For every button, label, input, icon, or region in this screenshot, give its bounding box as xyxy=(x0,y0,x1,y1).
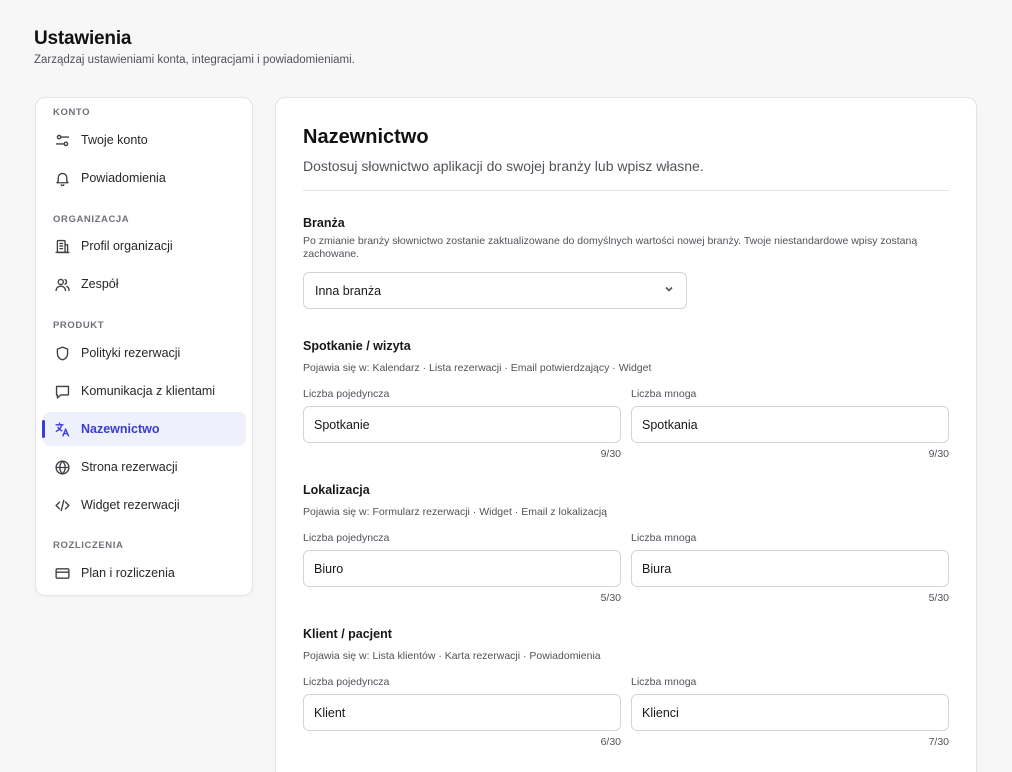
nazewnictwo-panel: Nazewnictwo Dostosuj słownictwo aplikacj… xyxy=(275,97,977,772)
sidebar-item-label: Plan i rozliczenia xyxy=(81,566,175,580)
industry-select[interactable]: Inna branża xyxy=(303,272,687,309)
plural-char-counter: 9/30 xyxy=(928,448,949,460)
sidebar-item-powiadomienia[interactable]: Powiadomienia xyxy=(43,161,246,195)
term-title: Spotkanie / wizyta xyxy=(303,339,411,353)
sidebar-item-label: Polityki rezerwacji xyxy=(81,346,181,360)
bell-icon xyxy=(53,169,71,187)
message-icon xyxy=(53,382,71,400)
term-appears: Pojawia się w: Kalendarz · Lista rezerwa… xyxy=(303,362,652,374)
term-title: Klient / pacjent xyxy=(303,627,392,641)
page-header: Ustawienia Zarządzaj ustawieniami konta,… xyxy=(34,28,355,66)
industry-title: Branża xyxy=(303,216,345,230)
sliders-icon xyxy=(53,131,71,149)
sidebar-item-widget-rezerwacji[interactable]: Widget rezerwacji xyxy=(43,488,246,522)
sidebar-item-label: Powiadomienia xyxy=(81,171,166,185)
singular-input[interactable]: Klient xyxy=(303,694,621,731)
sidebar-item-nazewnictwo[interactable]: Nazewnictwo xyxy=(42,412,246,446)
sidebar-item-plan-i-rozliczenia[interactable]: Plan i rozliczenia xyxy=(43,556,246,590)
sidebar-item-label: Komunikacja z klientami xyxy=(81,384,216,398)
plural-input[interactable]: Spotkania xyxy=(631,406,949,443)
panel-description: Dostosuj słownictwo aplikacji do swojej … xyxy=(303,158,704,174)
term-appears: Pojawia się w: Lista klientów · Karta re… xyxy=(303,650,601,662)
section-label-produkt: PRODUKT xyxy=(53,320,105,331)
singular-char-counter: 9/30 xyxy=(600,448,621,460)
credit-card-icon xyxy=(53,564,71,582)
building-icon xyxy=(53,237,71,255)
plural-char-counter: 7/30 xyxy=(928,736,949,748)
term-title: Lokalizacja xyxy=(303,483,370,497)
page-title: Ustawienia xyxy=(34,28,132,49)
globe-icon xyxy=(53,458,71,476)
translate-icon xyxy=(53,420,71,438)
sidebar-item-zespol[interactable]: Zespół xyxy=(43,267,246,301)
plural-char-counter: 5/30 xyxy=(928,592,949,604)
sidebar-item-polityki-rezerwacji[interactable]: Polityki rezerwacji xyxy=(43,336,246,370)
plural-input[interactable]: Biura xyxy=(631,550,949,587)
divider xyxy=(303,190,949,191)
users-icon xyxy=(53,275,71,293)
singular-label: Liczba pojedyncza xyxy=(303,388,390,400)
singular-label: Liczba pojedyncza xyxy=(303,532,390,544)
singular-input[interactable]: Spotkanie xyxy=(303,406,621,443)
section-label-konto: KONTO xyxy=(53,107,91,118)
page-subtitle: Zarządzaj ustawieniami konta, integracja… xyxy=(34,54,355,66)
sidebar-item-profil-organizacji[interactable]: Profil organizacji xyxy=(43,229,246,263)
settings-sidebar: KONTO Twoje konto Powiadomienia ORGANIZA… xyxy=(35,97,253,596)
active-indicator xyxy=(42,420,45,438)
sidebar-item-label: Strona rezerwacji xyxy=(81,460,178,474)
singular-char-counter: 5/30 xyxy=(600,592,621,604)
industry-select-value: Inna branża xyxy=(315,283,382,298)
sidebar-item-twoje-konto[interactable]: Twoje konto xyxy=(43,123,246,157)
sidebar-item-label: Zespół xyxy=(81,277,119,291)
sidebar-item-komunikacja-z-klientami[interactable]: Komunikacja z klientami xyxy=(43,374,246,408)
code-icon xyxy=(53,496,71,514)
sidebar-item-label: Widget rezerwacji xyxy=(81,498,180,512)
singular-char-counter: 6/30 xyxy=(600,736,621,748)
sidebar-item-label: Twoje konto xyxy=(81,133,148,147)
singular-input[interactable]: Biuro xyxy=(303,550,621,587)
sidebar-item-label: Nazewnictwo xyxy=(81,422,160,436)
sidebar-item-strona-rezerwacji[interactable]: Strona rezerwacji xyxy=(43,450,246,484)
sidebar-item-label: Profil organizacji xyxy=(81,239,173,253)
term-appears: Pojawia się w: Formularz rezerwacji · Wi… xyxy=(303,506,607,518)
section-label-rozliczenia: ROZLICZENIA xyxy=(53,540,124,551)
plural-input[interactable]: Klienci xyxy=(631,694,949,731)
chevron-down-icon xyxy=(663,282,675,300)
singular-label: Liczba pojedyncza xyxy=(303,676,390,688)
section-label-organizacja: ORGANIZACJA xyxy=(53,214,130,225)
panel-title: Nazewnictwo xyxy=(303,126,429,148)
industry-help: Po zmianie branży słownictwo zostanie za… xyxy=(303,235,918,260)
shield-icon xyxy=(53,344,71,362)
plural-label: Liczba mnoga xyxy=(631,532,697,544)
plural-label: Liczba mnoga xyxy=(631,388,697,400)
plural-label: Liczba mnoga xyxy=(631,676,697,688)
